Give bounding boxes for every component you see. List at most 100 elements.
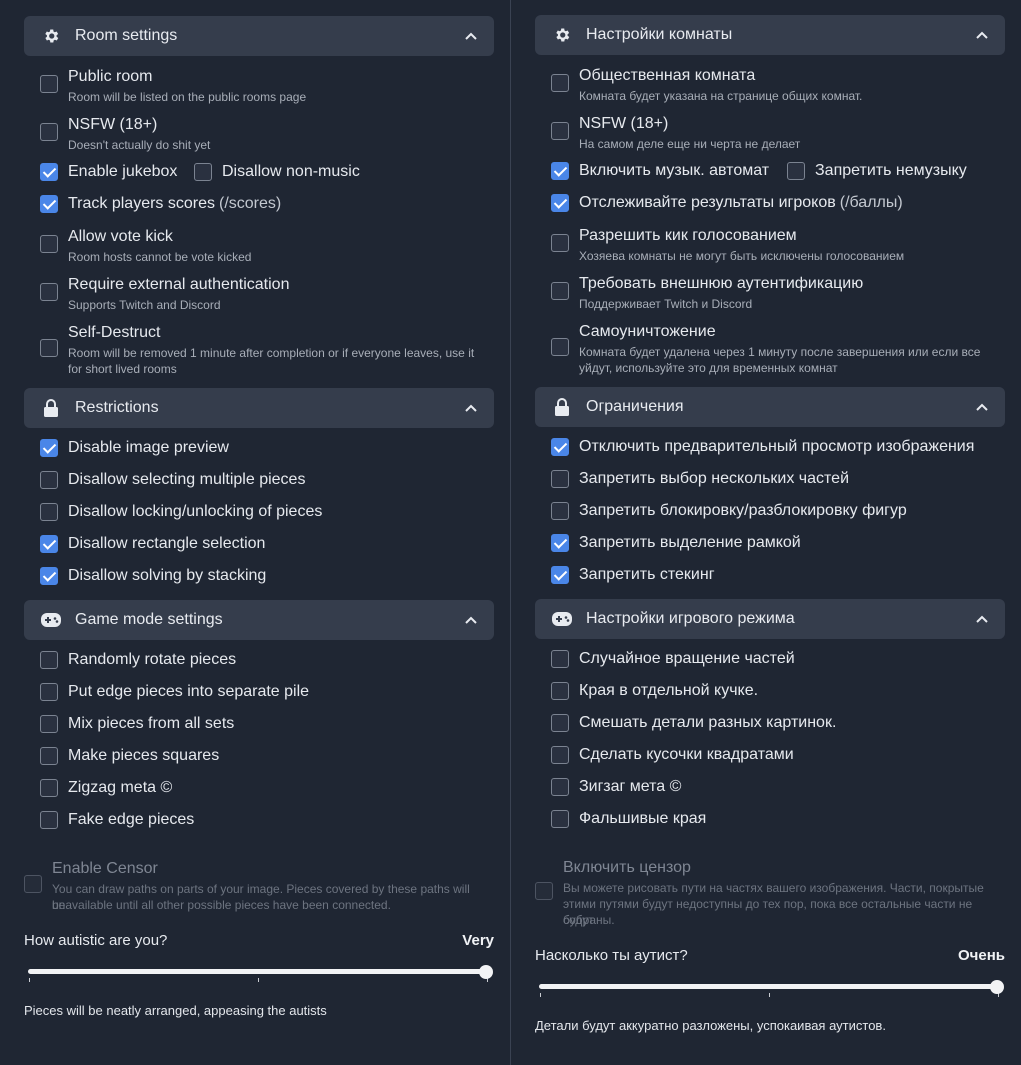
checkbox[interactable] [551, 650, 569, 668]
option-label: Запретить стекинг [579, 566, 715, 583]
checkbox[interactable] [551, 234, 569, 252]
chevron-up-icon[interactable] [975, 612, 989, 626]
autism-slider-thumb-ru[interactable] [990, 980, 1004, 994]
checkbox[interactable] [40, 779, 58, 797]
option-description: Supports Twitch and Discord [68, 298, 221, 312]
checkbox[interactable] [551, 534, 569, 552]
checkbox[interactable] [40, 503, 58, 521]
option-label: Отслеживайте результаты игроков [579, 194, 836, 211]
checkbox[interactable] [40, 683, 58, 701]
option-label: Put edge pieces into separate pile [68, 683, 310, 700]
option-description: unavailable until all other possible pie… [52, 898, 391, 912]
restrictions-header[interactable]: Restrictions [24, 388, 494, 428]
checkbox[interactable] [40, 651, 58, 669]
chevron-up-icon[interactable] [975, 400, 989, 414]
chevron-up-icon[interactable] [975, 28, 989, 42]
checkbox[interactable] [40, 283, 58, 301]
option-label: Disable image preview [68, 439, 229, 456]
autism-slider-track-ru[interactable] [539, 984, 997, 989]
checkbox[interactable] [535, 882, 553, 900]
option-label: Отключить предварительный просмотр изобр… [579, 438, 975, 455]
option-description: for short lived rooms [68, 362, 177, 376]
gamepad-icon [552, 609, 572, 629]
option-description: Поддерживает Twitch и Discord [579, 297, 753, 311]
checkbox[interactable] [551, 162, 569, 180]
option-label: Zigzag meta © [68, 779, 173, 796]
checkbox[interactable] [551, 282, 569, 300]
checkbox[interactable] [40, 195, 58, 213]
checkbox[interactable] [551, 682, 569, 700]
checkbox[interactable] [551, 122, 569, 140]
autism-slider-label: How autistic are you? [24, 932, 168, 949]
option-label: NSFW (18+) [68, 116, 158, 133]
checkbox[interactable] [551, 338, 569, 356]
option-description: Комната будет указана на странице общих … [579, 89, 863, 103]
section-title: Настройки комнаты [586, 26, 733, 43]
column-divider [510, 0, 511, 1065]
slider-tick [258, 978, 259, 982]
restrictions-header-ru[interactable]: Ограничения [535, 387, 1005, 427]
chevron-up-icon[interactable] [464, 29, 478, 43]
chevron-up-icon[interactable] [464, 613, 478, 627]
option-description: Room hosts cannot be vote kicked [68, 250, 252, 264]
checkbox[interactable] [40, 163, 58, 181]
checkbox[interactable] [551, 438, 569, 456]
section-title: Настройки игрового режима [586, 610, 795, 627]
checkbox[interactable] [551, 778, 569, 796]
option-label: NSFW (18+) [579, 115, 669, 132]
option-label: Общественная комната [579, 67, 756, 84]
gamepad-icon [41, 610, 61, 630]
option-label: Разрешить кик голосованием [579, 227, 797, 244]
option-label: Края в отдельной кучке. [579, 682, 759, 699]
option-label: Require external authentication [68, 276, 290, 293]
option-label: Запретить блокировку/разблокировку фигур [579, 502, 907, 519]
room-settings-header[interactable]: Room settings [24, 16, 494, 56]
checkbox[interactable] [551, 194, 569, 212]
checkbox[interactable] [40, 567, 58, 585]
checkbox[interactable] [787, 162, 805, 180]
option-label: Смешать детали разных картинок. [579, 714, 837, 731]
checkbox[interactable] [40, 235, 58, 253]
option-label: Disallow locking/unlocking of pieces [68, 503, 323, 520]
game-mode-header-ru[interactable]: Настройки игрового режима [535, 599, 1005, 639]
checkbox[interactable] [40, 439, 58, 457]
option-label: Enable jukebox [68, 163, 178, 180]
slider-tick [769, 993, 770, 997]
gear-icon [41, 26, 61, 46]
checkbox[interactable] [24, 875, 42, 893]
option-label: Запретить выделение рамкой [579, 534, 801, 551]
checkbox[interactable] [40, 339, 58, 357]
checkbox[interactable] [551, 74, 569, 92]
checkbox[interactable] [551, 470, 569, 488]
checkbox[interactable] [551, 502, 569, 520]
checkbox[interactable] [40, 747, 58, 765]
section-title: Room settings [75, 27, 178, 44]
checkbox[interactable] [194, 163, 212, 181]
checkbox[interactable] [551, 746, 569, 764]
checkbox[interactable] [551, 714, 569, 732]
option-description: Вы можете рисовать пути на частях вашего… [563, 881, 984, 895]
option-label: Disallow rectangle selection [68, 535, 266, 552]
option-label: Disallow non-music [222, 163, 360, 180]
autism-slider-track[interactable] [28, 969, 486, 974]
checkbox[interactable] [551, 566, 569, 584]
autism-slider-value-ru: Очень [958, 947, 1005, 964]
option-label: Mix pieces from all sets [68, 715, 235, 732]
checkbox[interactable] [40, 811, 58, 829]
checkbox[interactable] [40, 75, 58, 93]
option-description: На самом деле еще ни черта не делает [579, 137, 801, 151]
checkbox[interactable] [40, 471, 58, 489]
option-label: Disallow solving by stacking [68, 567, 267, 584]
checkbox[interactable] [551, 810, 569, 828]
game-mode-header[interactable]: Game mode settings [24, 600, 494, 640]
option-label: Требовать внешнюю аутентификацию [579, 275, 864, 292]
checkbox[interactable] [40, 535, 58, 553]
checkbox[interactable] [40, 715, 58, 733]
checkbox[interactable] [40, 123, 58, 141]
chevron-up-icon[interactable] [464, 401, 478, 415]
autism-slider-label-ru: Насколько ты аутист? [535, 947, 688, 964]
room-settings-header-ru[interactable]: Настройки комнаты [535, 15, 1005, 55]
section-title: Ограничения [586, 398, 684, 415]
option-label: Fake edge pieces [68, 811, 195, 828]
autism-slider-thumb[interactable] [479, 965, 493, 979]
